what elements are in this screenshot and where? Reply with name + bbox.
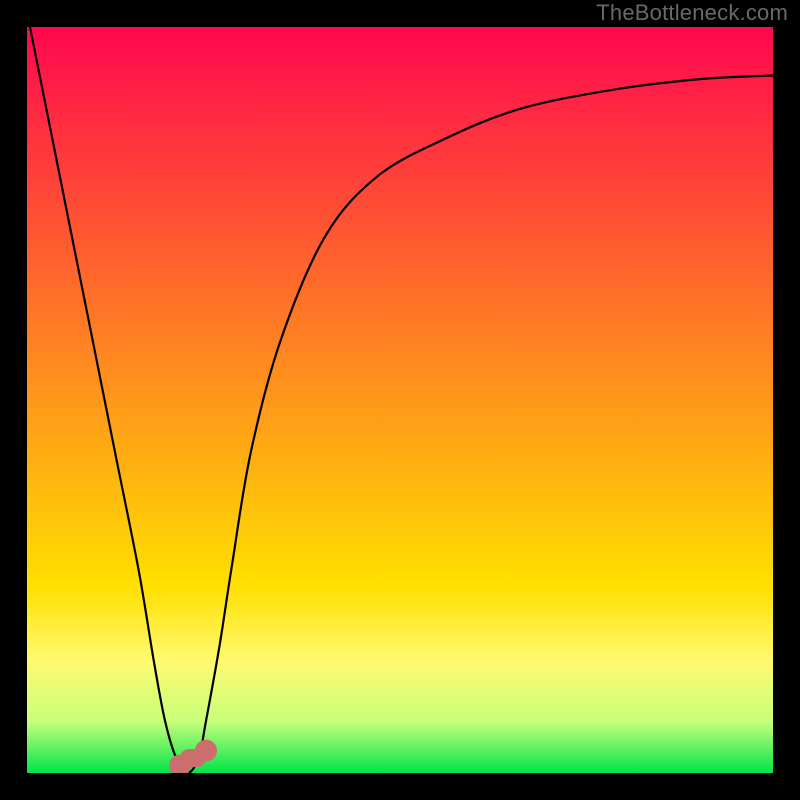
chart-stage: TheBottleneck.com <box>0 0 800 800</box>
watermark-text: TheBottleneck.com <box>596 0 788 26</box>
curve-min-marker-right <box>195 740 217 762</box>
bottleneck-chart <box>0 0 800 800</box>
chart-gradient-bg <box>27 27 773 773</box>
